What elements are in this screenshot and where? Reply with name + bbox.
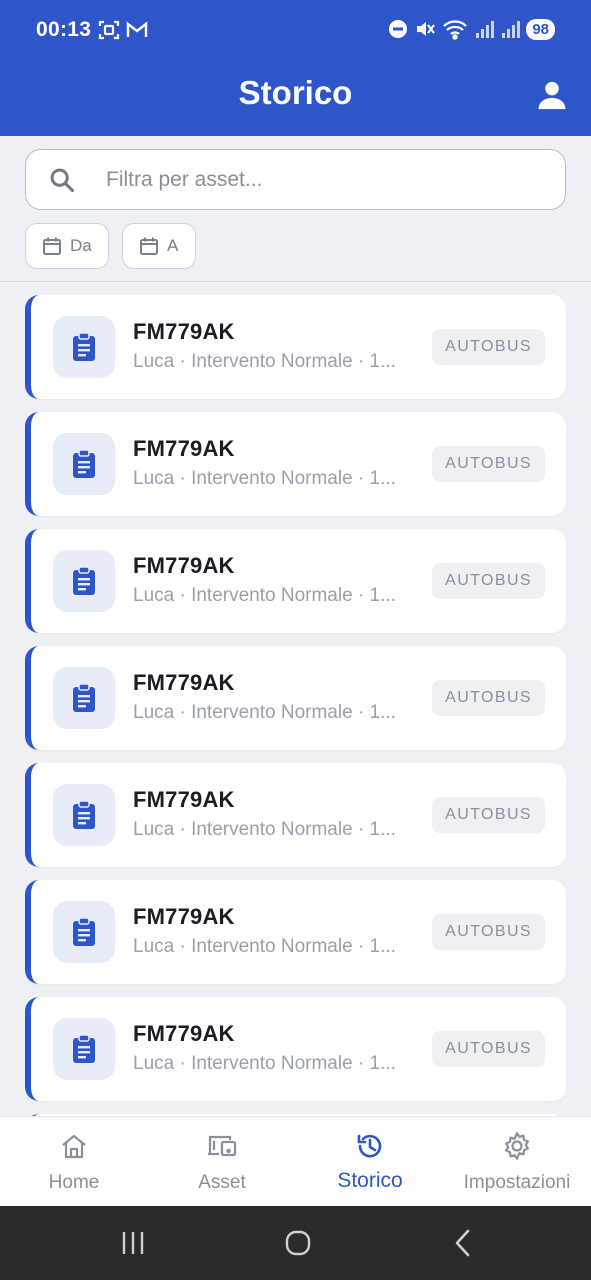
asset-plate: FM779AK <box>133 904 235 929</box>
record-details: Luca · Intervento Normale · 1... <box>133 468 396 489</box>
search-box[interactable] <box>25 149 566 210</box>
clipboard-icon <box>73 332 95 361</box>
bottom-nav: Home Asset Storico Impostazioni <box>0 1116 591 1206</box>
wifi-icon <box>443 20 468 40</box>
history-icon <box>357 1134 382 1158</box>
clipboard-icon <box>73 683 95 712</box>
asset-plate: FM779AK <box>133 436 235 461</box>
record-details: Luca · Intervento Normale · 1... <box>133 702 396 723</box>
category-badge: AUTOBUS <box>432 680 545 716</box>
history-card[interactable]: FM779AK Luca · Intervento Normale · 1...… <box>25 880 566 984</box>
gear-icon <box>504 1131 530 1161</box>
asset-plate: FM779AK <box>133 319 235 344</box>
back-icon[interactable] <box>449 1228 479 1258</box>
clipboard-icon <box>73 449 95 478</box>
category-badge: AUTOBUS <box>432 914 545 950</box>
battery-level: 98 <box>526 18 555 40</box>
filter-section: Da A <box>0 136 591 282</box>
mute-icon <box>417 22 436 36</box>
record-details: Luca · Intervento Normale · 1... <box>133 1053 396 1074</box>
person-icon[interactable] <box>535 78 569 112</box>
date-from-button[interactable]: Da <box>25 223 109 269</box>
asset-plate: FM779AK <box>133 553 235 578</box>
nav-impostazioni-label: Impostazioni <box>463 1172 571 1193</box>
calendar-icon <box>140 237 158 255</box>
nav-impostazioni[interactable]: Impostazioni <box>443 1117 591 1207</box>
clipboard-icon <box>73 1034 95 1063</box>
date-from-label: Da <box>70 236 92 255</box>
category-badge: AUTOBUS <box>432 446 545 482</box>
search-input[interactable] <box>106 162 536 198</box>
history-card[interactable]: FM779AK Luca · Intervento Normale · 1...… <box>25 646 566 750</box>
history-card[interactable]: FM779AK Luca · Intervento Normale · 1...… <box>25 529 566 633</box>
history-list: FM779AK Luca · Intervento Normale · 1...… <box>0 283 591 1116</box>
screenshot-icon <box>98 20 120 40</box>
clipboard-icon <box>73 800 95 829</box>
calendar-icon <box>43 237 61 255</box>
asset-plate: FM779AK <box>133 1021 235 1046</box>
history-card[interactable]: FM779AK Luca · Intervento Normale · 1...… <box>25 997 566 1101</box>
status-time: 00:13 <box>36 18 92 41</box>
search-icon <box>50 168 75 193</box>
recents-icon[interactable] <box>118 1228 148 1258</box>
dnd-icon <box>389 20 408 38</box>
nav-storico[interactable]: Storico <box>296 1117 444 1207</box>
clipboard-icon <box>73 566 95 595</box>
history-card[interactable]: FM779AK Luca · Intervento Normale · 1...… <box>25 295 566 399</box>
category-badge: AUTOBUS <box>432 329 545 365</box>
record-details: Luca · Intervento Normale · 1... <box>133 585 396 606</box>
category-badge: AUTOBUS <box>432 563 545 599</box>
record-details: Luca · Intervento Normale · 1... <box>133 936 396 957</box>
history-card[interactable]: FM779AK Luca · Intervento Normale · 1...… <box>25 763 566 867</box>
page-title: Storico <box>238 74 353 111</box>
nav-storico-label: Storico <box>337 1169 403 1192</box>
asset-plate: FM779AK <box>133 670 235 695</box>
category-badge: AUTOBUS <box>432 797 545 833</box>
signal-icon <box>502 21 521 38</box>
nav-asset[interactable]: Asset <box>148 1117 296 1207</box>
asset-plate: FM779AK <box>133 787 235 812</box>
date-to-label: A <box>167 236 179 255</box>
home-icon <box>62 1134 86 1159</box>
nav-home-label: Home <box>48 1172 100 1193</box>
home-circle-icon[interactable] <box>283 1228 313 1258</box>
clipboard-icon <box>73 917 95 946</box>
app-header: Storico <box>0 64 591 136</box>
status-bar: 00:13 98 <box>0 0 591 64</box>
devices-icon <box>208 1135 237 1157</box>
nav-asset-label: Asset <box>198 1172 246 1193</box>
history-card[interactable]: FM779AK Luca · Intervento Normale · 1...… <box>25 412 566 516</box>
gmail-icon <box>126 21 148 37</box>
system-nav-bar <box>0 1206 591 1280</box>
signal-icon <box>476 21 495 38</box>
record-details: Luca · Intervento Normale · 1... <box>133 351 396 372</box>
nav-home[interactable]: Home <box>0 1117 148 1207</box>
record-details: Luca · Intervento Normale · 1... <box>133 819 396 840</box>
category-badge: AUTOBUS <box>432 1031 545 1067</box>
date-to-button[interactable]: A <box>122 223 196 269</box>
